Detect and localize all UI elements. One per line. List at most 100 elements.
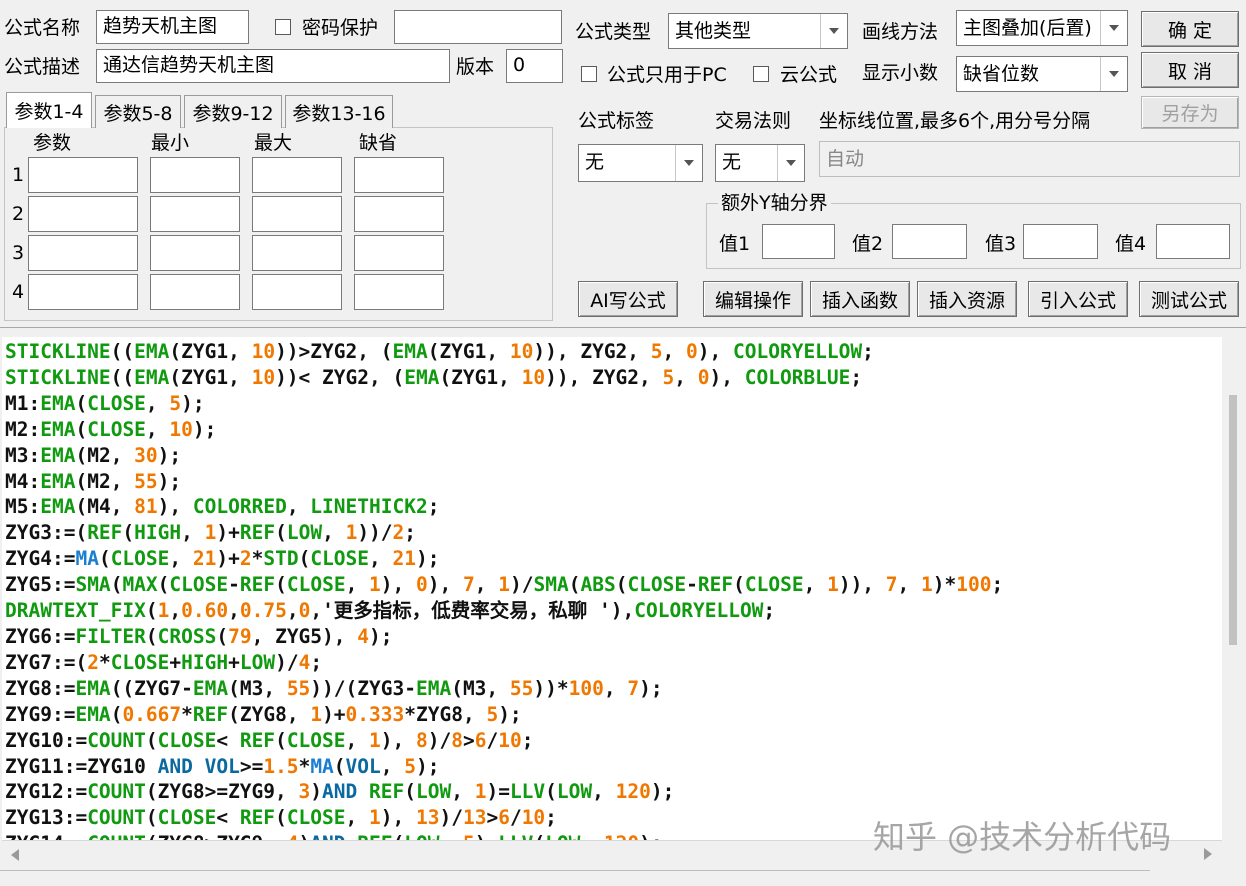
formula-type-select[interactable]: 其他类型 — [668, 13, 848, 49]
code-line[interactable]: ZYG10:=COUNT(CLOSE< REF(CLOSE, 1), 8)/8>… — [2, 728, 1222, 754]
param-default-input[interactable] — [354, 235, 444, 271]
code-token: STICKLINE — [5, 365, 111, 389]
code-line[interactable]: ZYG4:=MA(CLOSE, 21)+2*STD(CLOSE, 21); — [2, 546, 1222, 572]
code-token: MAX — [122, 573, 158, 597]
chevron-down-icon[interactable] — [1100, 57, 1127, 91]
code-token: + — [169, 650, 182, 674]
code-line[interactable]: ZYG8:=EMA((ZYG7-EMA(M3, 55))/(ZYG3-EMA(M… — [2, 676, 1222, 702]
param-default-input[interactable] — [354, 196, 444, 232]
code-line[interactable]: DRAWTEXT_FIX(1,0.60,0.75,0,'更多指标，低费率交易，私… — [2, 598, 1222, 624]
cancel-button[interactable]: 取 消 — [1141, 52, 1239, 88]
param-name-input[interactable] — [28, 157, 138, 193]
axis-position-input[interactable]: 自动 — [819, 141, 1240, 177]
code-token: EMA — [75, 676, 111, 700]
chevron-down-icon[interactable] — [777, 145, 804, 181]
code-token: * — [251, 547, 264, 571]
insert-function-button[interactable]: 插入函数 — [810, 281, 910, 317]
pc-only-checkbox[interactable] — [581, 66, 597, 82]
decimal-select[interactable]: 缺省位数 — [956, 56, 1128, 92]
code-token: , — [439, 832, 462, 840]
formula-name-input[interactable]: 趋势天机主图 — [96, 10, 249, 44]
param-max-input[interactable] — [252, 235, 342, 271]
tag-select[interactable]: 无 — [578, 144, 703, 182]
param-name-input[interactable] — [28, 274, 138, 310]
code-token: > — [486, 806, 499, 830]
code-token: 1 — [921, 573, 933, 597]
trade-rule-select[interactable]: 无 — [715, 144, 805, 182]
tab-params-5-8[interactable]: 参数5-8 — [95, 95, 181, 128]
tab-params-13-16[interactable]: 参数13-16 — [285, 95, 393, 128]
code-token: ZYG10:= — [5, 728, 88, 752]
code-line[interactable]: ZYG7:=(2*CLOSE+HIGH+LOW)/4; — [2, 650, 1222, 676]
code-token: )), — [838, 573, 886, 597]
formula-desc-input[interactable]: 通达信趋势天机主图 — [96, 49, 450, 83]
y-value-3-input[interactable] — [1023, 224, 1098, 259]
code-token: , — [662, 340, 687, 363]
param-min-input[interactable] — [150, 157, 240, 193]
y-value-1-input[interactable] — [762, 224, 835, 259]
chevron-down-icon[interactable] — [820, 14, 847, 48]
chevron-down-icon[interactable] — [1100, 11, 1127, 45]
code-line[interactable]: ZYG3:=(REF(HIGH, 1)+REF(LOW, 1))/2; — [2, 520, 1222, 546]
param-min-input[interactable] — [150, 274, 240, 310]
password-input[interactable] — [394, 10, 562, 44]
test-formula-button[interactable]: 测试公式 — [1139, 281, 1239, 317]
code-line[interactable]: ZYG9:=EMA(0.667*REF(ZYG8, 1)+0.333*ZYG8,… — [2, 702, 1222, 728]
code-line[interactable]: M5:EMA(M4, 81), COLORRED, LINETHICK2; — [2, 494, 1222, 520]
code-line[interactable]: M3:EMA(M2, 30); — [2, 443, 1222, 469]
code-token: 10 — [169, 417, 193, 441]
scroll-right-icon[interactable] — [1203, 848, 1213, 860]
code-line[interactable]: M1:EMA(CLOSE, 5); — [2, 391, 1222, 417]
save-as-button[interactable]: 另存为 — [1141, 96, 1239, 129]
code-line[interactable]: STICKLINE((EMA(ZYG1, 10))>ZYG2, (EMA(ZYG… — [2, 339, 1222, 365]
y-value-4-input[interactable] — [1156, 224, 1230, 259]
cloud-checkbox[interactable] — [753, 66, 769, 82]
code-line[interactable]: STICKLINE((EMA(ZYG1, 10))< ZYG2, (EMA(ZY… — [2, 365, 1222, 391]
code-token: COLORYELLOW — [733, 340, 863, 363]
code-line[interactable]: ZYG5:=SMA(MAX(CLOSE-REF(CLOSE, 1), 0), 7… — [2, 572, 1222, 598]
edit-operations-button[interactable]: 编辑操作 — [703, 281, 803, 317]
code-token: ); — [192, 417, 217, 441]
code-token: ), — [157, 495, 193, 519]
scroll-left-icon[interactable] — [10, 849, 20, 861]
tab-params-1-4[interactable]: 参数1-4 — [6, 92, 92, 128]
param-default-input[interactable] — [354, 157, 444, 193]
code-token: )/ — [439, 806, 463, 830]
password-checkbox[interactable] — [275, 19, 291, 35]
code-line[interactable]: ZYG6:=FILTER(CROSS(79, ZYG5), 4); — [2, 624, 1222, 650]
code-token: ZYG6:= — [5, 624, 76, 648]
param-default-input[interactable] — [354, 274, 444, 310]
code-token: REF — [192, 702, 229, 726]
vertical-scrollbar-thumb[interactable] — [1229, 395, 1237, 645]
param-name-input[interactable] — [28, 235, 138, 271]
param-min-input[interactable] — [150, 196, 240, 232]
code-line[interactable]: ZYG12:=COUNT(ZYG8>=ZYG9, 3)AND REF(LOW, … — [2, 779, 1222, 805]
code-token: 55 — [509, 676, 534, 700]
code-line[interactable]: M4:EMA(M2, 55); — [2, 469, 1222, 495]
code-token: * — [181, 702, 193, 726]
param-max-input[interactable] — [252, 196, 342, 232]
param-name-input[interactable] — [28, 196, 138, 232]
code-line[interactable]: M2:EMA(CLOSE, 10); — [2, 417, 1222, 443]
param-max-input[interactable] — [252, 157, 342, 193]
code-token: 100 — [956, 573, 992, 597]
param-min-input[interactable] — [150, 235, 240, 271]
tab-params-9-12[interactable]: 参数9-12 — [184, 95, 282, 128]
import-formula-button[interactable]: 引入公式 — [1028, 281, 1128, 317]
version-input[interactable]: 0 — [506, 49, 563, 83]
insert-resource-button[interactable]: 插入资源 — [917, 281, 1017, 317]
code-editor[interactable]: STICKLINE((EMA(ZYG1, 10))>ZYG2, (EMA(ZYG… — [2, 337, 1222, 840]
param-max-input[interactable] — [252, 274, 342, 310]
draw-method-select[interactable]: 主图叠加(后置) — [956, 10, 1128, 46]
code-token: EMA — [40, 495, 76, 519]
code-token: M1: — [5, 391, 41, 415]
code-token: (ZYG8, — [228, 702, 311, 726]
code-token: CLOSE — [87, 417, 146, 441]
code-token: ))>ZYG2, ( — [275, 340, 393, 363]
code-line[interactable]: ZYG11:=ZYG10 AND VOL>=1.5*MA(VOL, 5); — [2, 754, 1222, 780]
ok-button[interactable]: 确 定 — [1141, 11, 1239, 47]
y-value-2-input[interactable] — [892, 224, 967, 259]
chevron-down-icon[interactable] — [675, 145, 702, 181]
code-token: ( — [145, 624, 158, 648]
ai-write-formula-button[interactable]: AI写公式 — [578, 281, 678, 317]
